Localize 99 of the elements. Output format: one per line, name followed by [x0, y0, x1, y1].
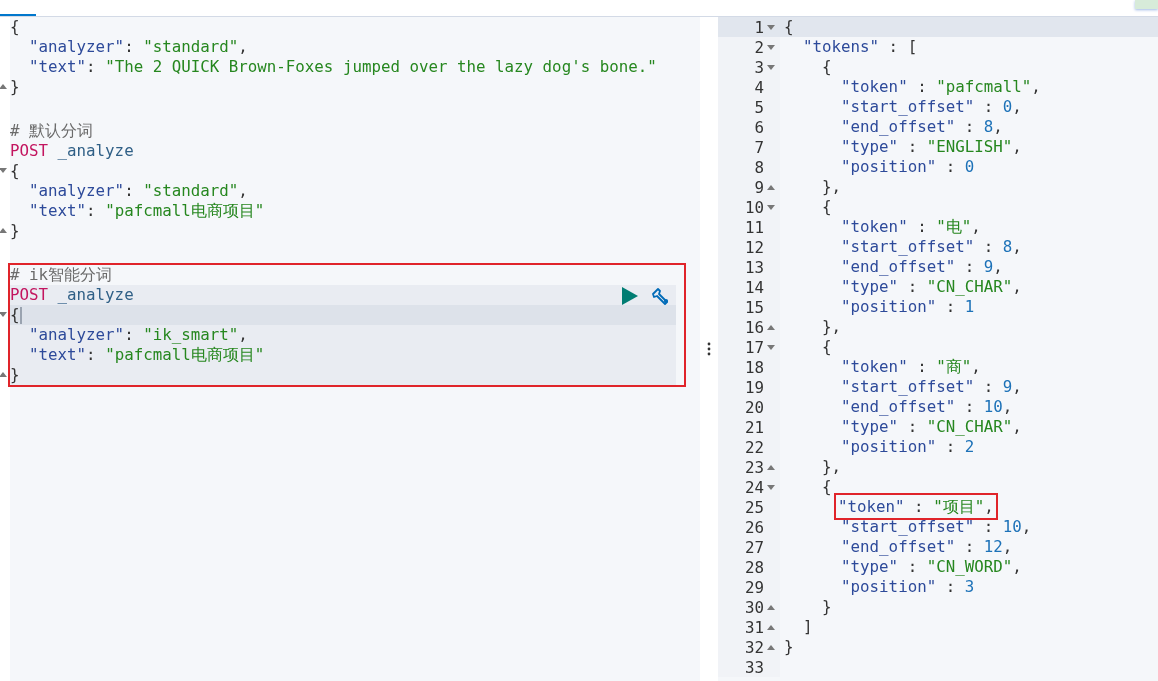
line-number: 20	[744, 397, 764, 417]
line-number: 30	[744, 597, 764, 617]
code-line: {	[821, 477, 832, 497]
code-comment: # ik智能分词	[10, 265, 113, 285]
fold-open-icon[interactable]	[0, 168, 7, 173]
fold-open-icon[interactable]	[767, 64, 775, 70]
code-line: }	[821, 597, 832, 617]
line-number: 33	[744, 657, 764, 677]
line-number: 21	[744, 417, 764, 437]
line-number: 8	[754, 157, 764, 177]
code-line: }	[10, 221, 20, 241]
line-number: 10	[744, 197, 764, 217]
code-line: "text": "pafcmall电商项目"	[28, 201, 265, 221]
code-line: "start_offset" : 10,	[840, 517, 1032, 537]
code-line: }	[10, 365, 20, 385]
code-line: "text": "pafcmall电商项目"	[28, 345, 265, 365]
line-number: 14	[744, 277, 764, 297]
line-number: 6	[754, 117, 764, 137]
code-line: }	[783, 637, 794, 657]
line-number: 25	[744, 497, 764, 517]
code-line: "position" : 2	[840, 437, 975, 457]
line-number: 5	[754, 97, 764, 117]
line-number: 31	[744, 617, 764, 637]
fold-open-icon[interactable]	[767, 344, 775, 350]
code-line: },	[821, 457, 842, 477]
fold-close-icon[interactable]	[767, 644, 775, 650]
code-line: "end_offset" : 9,	[840, 257, 1003, 277]
fold-close-icon[interactable]	[767, 464, 775, 470]
code-line: },	[821, 317, 842, 337]
code-line: {	[10, 161, 20, 181]
line-number: 3	[754, 57, 764, 77]
line-number: 28	[744, 557, 764, 577]
code-line: {	[783, 17, 794, 37]
code-line: {	[10, 17, 20, 37]
code-line: "analyzer": "standard",	[28, 181, 248, 201]
code-line: "type" : "ENGLISH",	[840, 137, 1022, 157]
play-icon[interactable]	[622, 287, 638, 305]
fold-close-icon[interactable]	[767, 624, 775, 630]
code-line: "type" : "CN_CHAR",	[840, 277, 1022, 297]
fold-open-icon[interactable]	[767, 484, 775, 490]
code-line: "type" : "CN_WORD",	[840, 557, 1022, 577]
line-number: 27	[744, 537, 764, 557]
line-number: 9	[754, 177, 764, 197]
code-line: "end_offset" : 10,	[840, 397, 1013, 417]
line-number: 29	[744, 577, 764, 597]
code-line: "tokens" : [	[802, 37, 918, 57]
line-number: 1	[754, 17, 764, 37]
code-line: "end_offset" : 12,	[840, 537, 1013, 557]
code-line: "analyzer": "ik_smart",	[28, 325, 248, 345]
code-line: "position" : 3	[840, 577, 975, 597]
fold-open-icon[interactable]	[767, 44, 775, 50]
line-number: 13	[744, 257, 764, 277]
code-line: "text": "The 2 QUICK Brown-Foxes jumped over the lazy dog's bone."	[28, 57, 657, 77]
code-line: "token" : "pafcmall",	[840, 77, 1041, 97]
code-line: "start_offset" : 9,	[840, 377, 1022, 397]
code-line: "start_offset" : 0,	[840, 97, 1022, 117]
code-line: "token" : "电",	[840, 217, 981, 237]
code-line: {	[821, 197, 832, 217]
code-line: {	[10, 305, 22, 325]
line-number: 23	[744, 457, 764, 477]
fold-open-icon[interactable]	[767, 204, 775, 210]
line-number: 7	[754, 137, 764, 157]
code-line: "position" : 1	[840, 297, 975, 317]
line-number: 16	[744, 317, 764, 337]
line-number: 26	[744, 517, 764, 537]
code-line: POST _analyze	[10, 141, 134, 161]
line-number: 12	[744, 237, 764, 257]
line-number: 24	[744, 477, 764, 497]
fold-close-icon[interactable]	[767, 184, 775, 190]
code-line: "token" : "商",	[840, 357, 981, 377]
code-line: {	[821, 337, 832, 357]
line-number: 32	[744, 637, 764, 657]
code-line: ]	[802, 617, 813, 637]
code-line: POST _analyze	[10, 285, 134, 305]
line-number: 19	[744, 377, 764, 397]
code-line: {	[821, 57, 832, 77]
fold-close-icon[interactable]	[767, 604, 775, 610]
fold-close-icon[interactable]	[0, 372, 7, 377]
code-line: },	[821, 177, 842, 197]
code-line: "analyzer": "standard",	[28, 37, 248, 57]
code-line: "position" : 0	[840, 157, 975, 177]
line-number: 2	[754, 37, 764, 57]
line-number: 11	[744, 217, 764, 237]
fold-close-icon[interactable]	[767, 324, 775, 330]
code-line: "start_offset" : 8,	[840, 237, 1022, 257]
resize-handle-icon[interactable]	[707, 342, 711, 356]
fold-close-icon[interactable]	[0, 84, 7, 89]
code-line: "end_offset" : 8,	[840, 117, 1003, 137]
line-number: 17	[744, 337, 764, 357]
line-number: 15	[744, 297, 764, 317]
fold-close-icon[interactable]	[0, 228, 7, 233]
code-comment: # 默认分词	[10, 121, 94, 141]
line-number: 18	[744, 357, 764, 377]
code-line: "type" : "CN_CHAR",	[840, 417, 1022, 437]
fold-open-icon[interactable]	[767, 24, 775, 30]
line-number: 4	[754, 77, 764, 97]
fold-open-icon[interactable]	[0, 312, 7, 317]
line-number: 22	[744, 437, 764, 457]
code-line: }	[10, 77, 20, 97]
